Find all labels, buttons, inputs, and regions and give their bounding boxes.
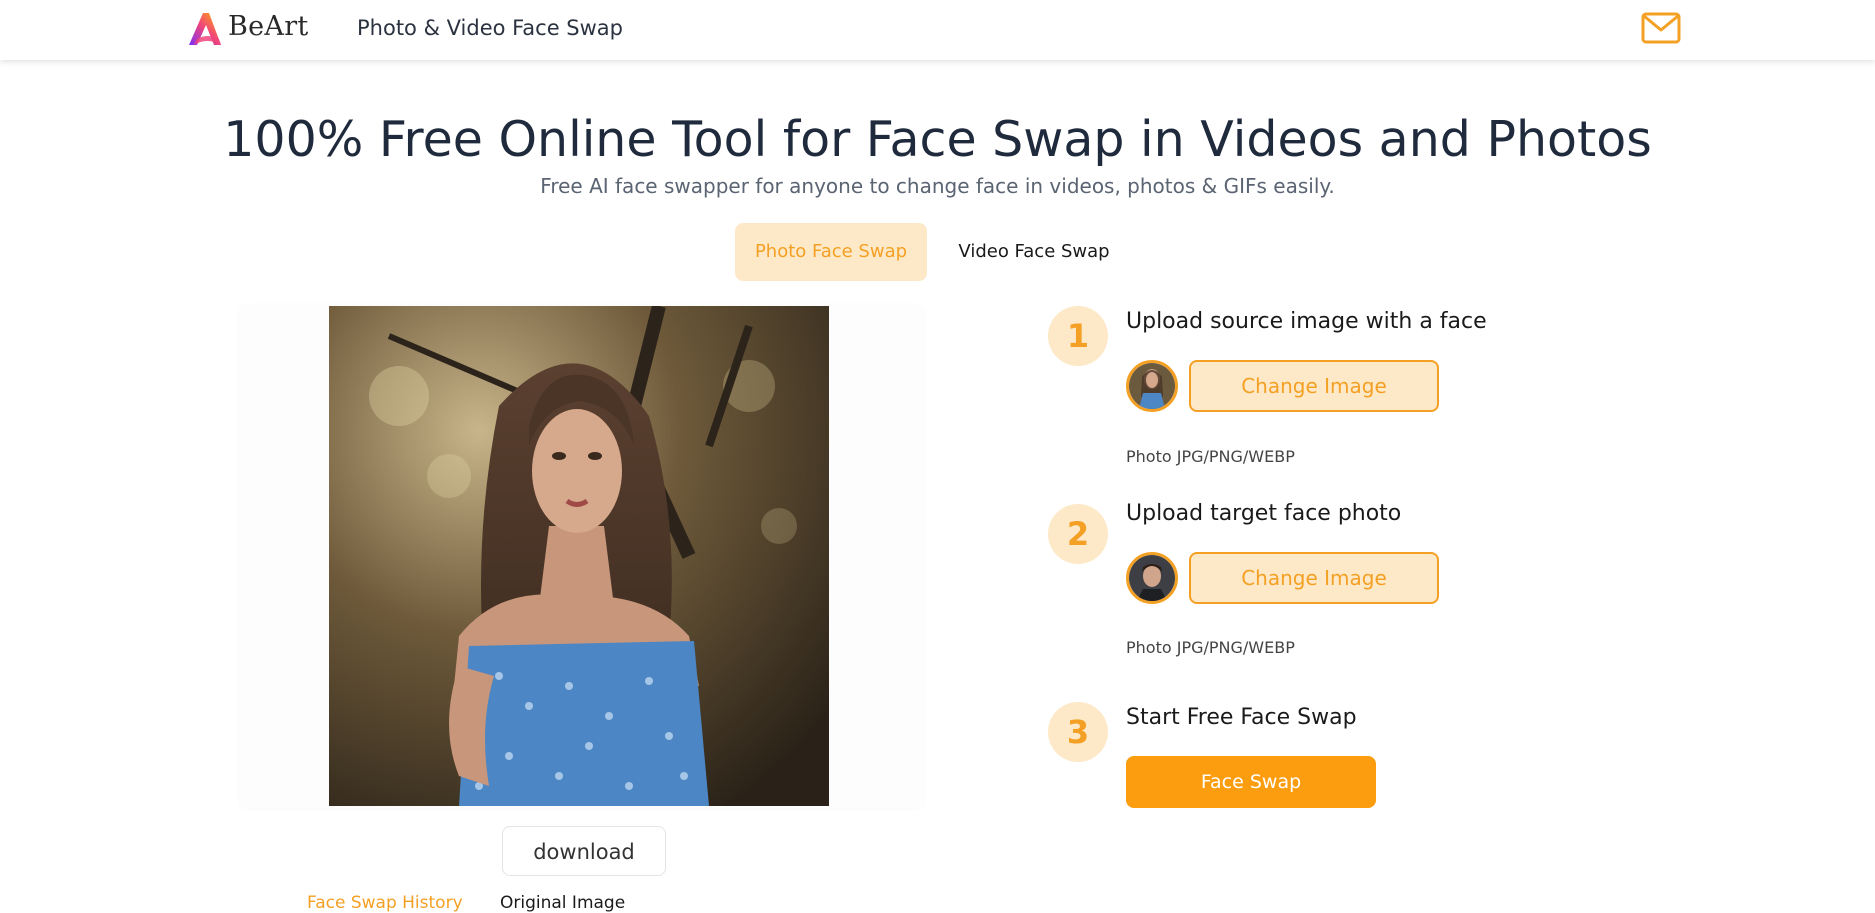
step-3-number: 3 — [1048, 702, 1108, 762]
download-button[interactable]: download — [502, 826, 666, 876]
step-2-title: Upload target face photo — [1126, 501, 1402, 526]
target-format-hint: Photo JPG/PNG/WEBP — [1126, 638, 1295, 657]
change-target-image-button[interactable]: Change Image — [1189, 552, 1439, 604]
step-1-title: Upload source image with a face — [1126, 309, 1487, 334]
page-subtitle: Free AI face swapper for anyone to chang… — [540, 174, 1335, 198]
source-format-hint: Photo JPG/PNG/WEBP — [1126, 447, 1295, 466]
step-2-number: 2 — [1048, 504, 1108, 564]
result-image — [329, 306, 829, 806]
change-source-image-button[interactable]: Change Image — [1189, 360, 1439, 412]
tab-photo-face-swap[interactable]: Photo Face Swap — [735, 223, 927, 281]
face-swap-button[interactable]: Face Swap — [1126, 756, 1376, 808]
beart-logo-icon[interactable] — [185, 9, 225, 49]
brand-name[interactable]: BeArt — [228, 11, 309, 42]
original-image-link[interactable]: Original Image — [500, 893, 625, 913]
target-face-thumbnail[interactable] — [1126, 552, 1178, 604]
top-header: BeArt Photo & Video Face Swap — [0, 0, 1875, 60]
mail-icon[interactable] — [1641, 11, 1681, 45]
source-image-thumbnail[interactable] — [1126, 360, 1178, 412]
step-1-number: 1 — [1048, 306, 1108, 366]
page-title: 100% Free Online Tool for Face Swap in V… — [223, 111, 1652, 168]
nav-photo-video-face-swap[interactable]: Photo & Video Face Swap — [357, 16, 623, 40]
face-swap-history-link[interactable]: Face Swap History — [307, 893, 463, 913]
step-3-title: Start Free Face Swap — [1126, 705, 1357, 730]
tab-video-face-swap[interactable]: Video Face Swap — [948, 223, 1120, 281]
